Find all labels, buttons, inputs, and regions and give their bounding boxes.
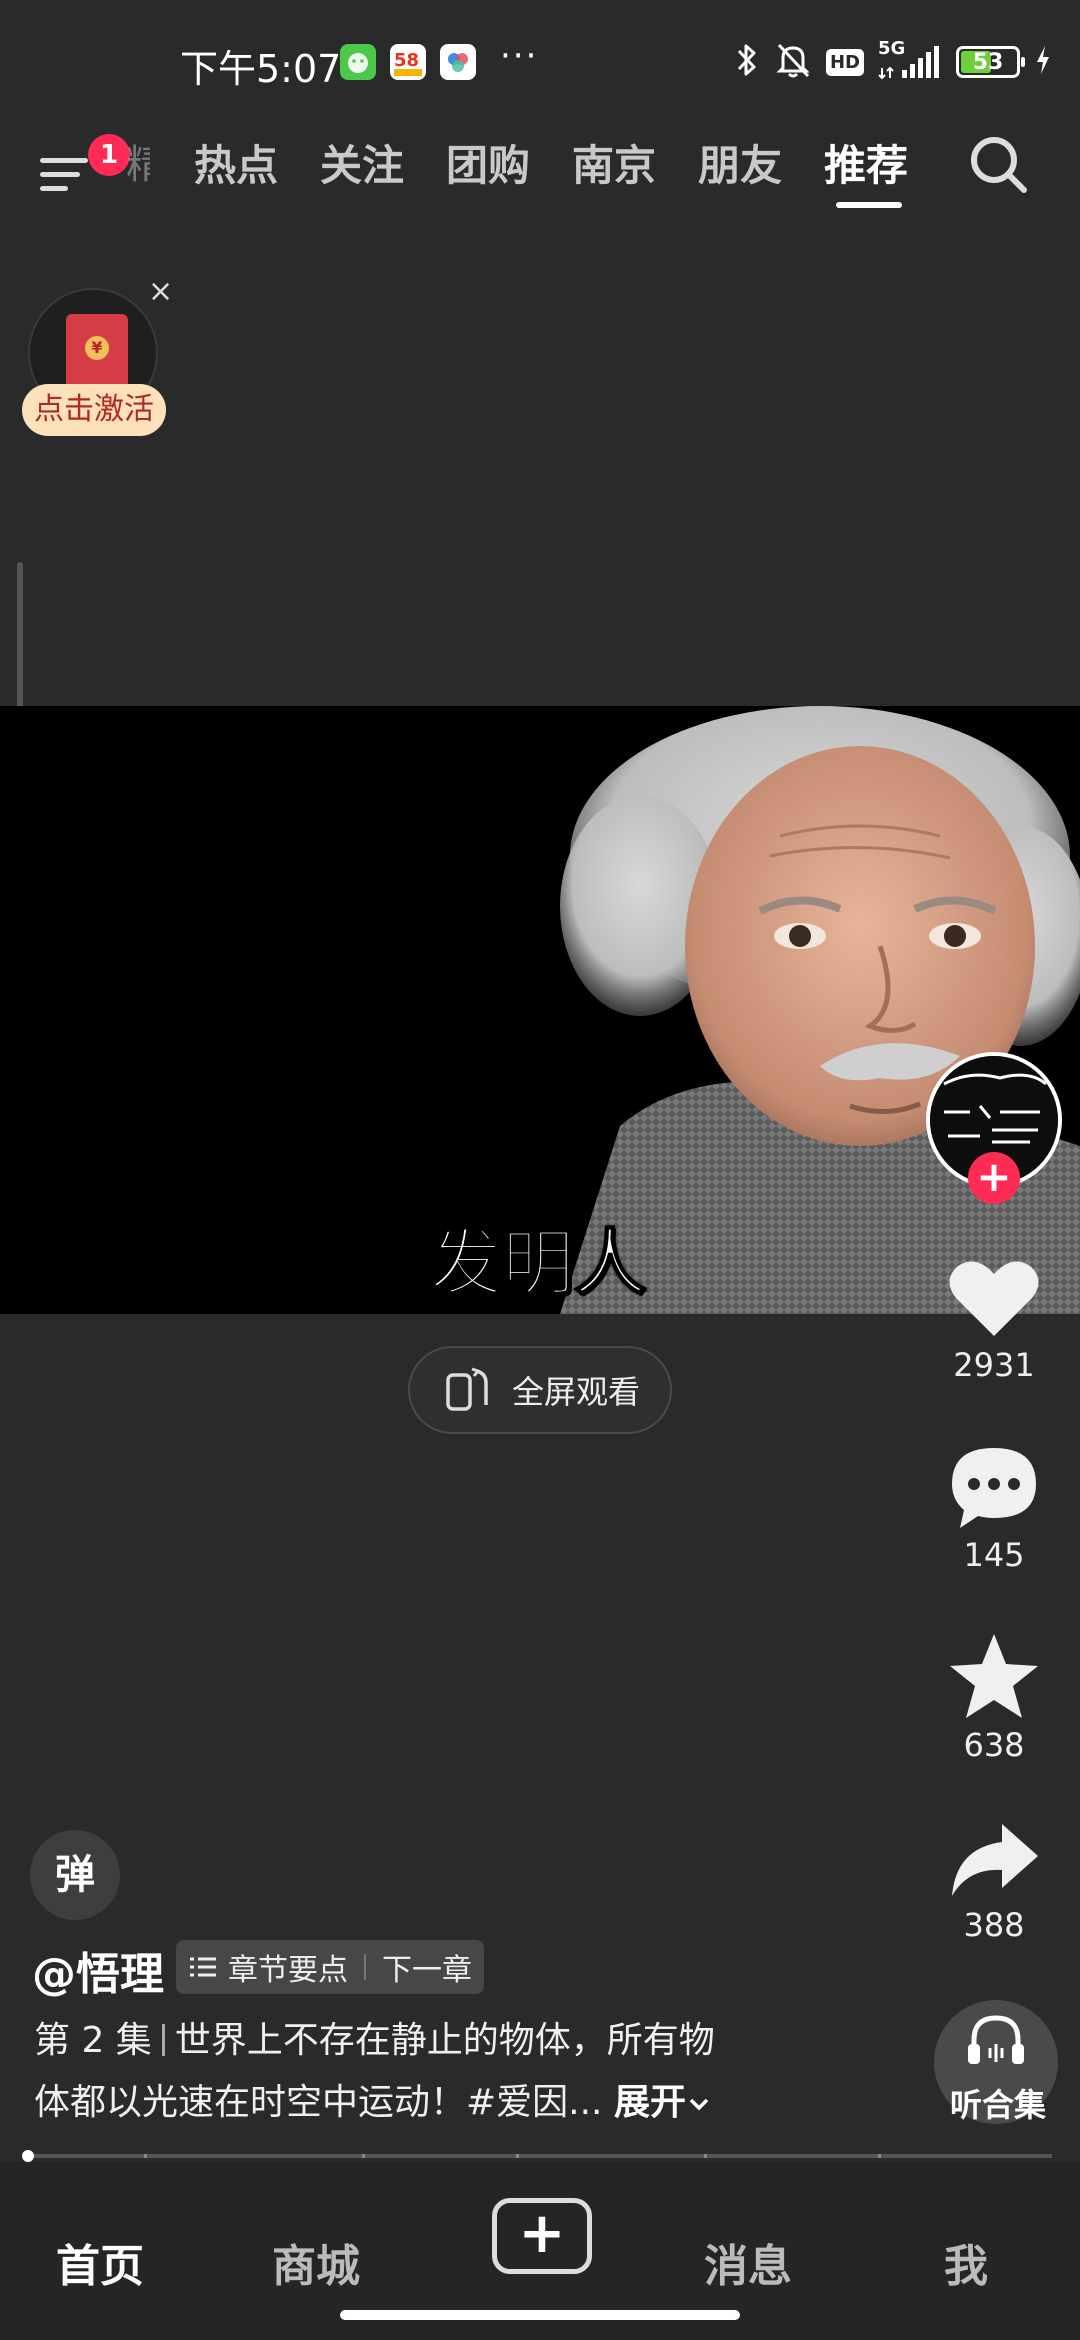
bluetooth-icon	[734, 40, 760, 84]
charging-icon	[1034, 44, 1052, 80]
description-line-1: 第 2 集世界上不存在静止的物体，所有物	[34, 2010, 834, 2072]
red-packet-promo[interactable]: × 点击激活	[22, 274, 173, 450]
description-line-2: 体都以光速在时空中运动！#爱因... 展开	[34, 2072, 834, 2134]
follow-button[interactable]: +	[968, 1152, 1020, 1204]
top-nav: 1 精选 热点 关注 团购 南京 朋友 推荐	[0, 110, 1080, 220]
home-indicator	[340, 2310, 740, 2320]
chapter-marker	[362, 2154, 365, 2158]
description-text-1: 世界上不存在静止的物体，所有物	[174, 2020, 715, 2061]
chevron-down-icon	[689, 2098, 709, 2111]
video-subtitle: 发明人	[429, 1220, 647, 1306]
episode-label: 第 2 集	[34, 2020, 152, 2061]
nav-tab-group-buy[interactable]: 团购	[446, 132, 530, 193]
like-button[interactable]: 2931	[936, 1256, 1052, 1384]
chapter-box: 章节要点 下一章	[176, 1940, 484, 1994]
author-avatar-group[interactable]: +	[926, 1052, 1062, 1204]
wechat-like-icon	[340, 44, 376, 80]
expand-label: 展开	[613, 2082, 686, 2123]
chapter-list-icon	[190, 1957, 216, 1977]
cloud-app-icon	[440, 44, 476, 80]
58-app-icon: 58	[390, 44, 426, 80]
headphones-icon	[968, 2015, 1024, 2064]
comment-count: 145	[963, 1536, 1025, 1574]
active-tab-underline	[836, 202, 902, 208]
video-player[interactable]: 发明人	[0, 706, 1080, 1314]
favorite-button[interactable]: 638	[936, 1632, 1052, 1764]
menu-line	[40, 158, 88, 163]
hd-icon: HD	[825, 48, 864, 76]
menu-button[interactable]: 1	[40, 134, 130, 196]
rotate-screen-icon	[446, 1367, 488, 1411]
fullscreen-button[interactable]: 全屏观看	[408, 1346, 672, 1434]
tab-messages[interactable]: 消息	[704, 2230, 792, 2294]
chapter-points-link[interactable]: 章节要点	[228, 1945, 348, 1989]
status-bar: 下午5:07 58 ··· HD 5G 53	[0, 0, 1080, 120]
description-text-2: 体都以光速在时空中运动！#爱因...	[34, 2082, 603, 2123]
menu-line	[40, 186, 68, 191]
expand-button[interactable]: 展开	[614, 2082, 712, 2123]
chapter-marker	[516, 2154, 519, 2158]
favorite-count: 638	[963, 1726, 1025, 1764]
nav-tab-recommend[interactable]: 推荐	[824, 132, 908, 193]
share-arrow-icon	[952, 1824, 1038, 1896]
comment-button[interactable]: 145	[936, 1444, 1052, 1574]
nav-tab-friends[interactable]: 朋友	[698, 132, 782, 193]
status-more-dots: ···	[500, 36, 539, 76]
promo-close-button[interactable]: ×	[148, 274, 173, 309]
comment-bubble-icon	[952, 1448, 1036, 1528]
status-right-group: HD 5G 53	[734, 38, 1052, 84]
search-icon[interactable]	[964, 130, 1034, 200]
danmu-toggle-button[interactable]: 弹	[30, 1830, 120, 1920]
next-chapter-link[interactable]: 下一章	[382, 1945, 472, 1989]
notification-badge: 1	[88, 134, 130, 176]
svg-text:58: 58	[394, 50, 419, 71]
battery-level: 53	[972, 49, 1004, 75]
listen-collection-label: 听合集	[949, 2086, 1046, 2124]
chapter-marker	[878, 2154, 881, 2158]
menu-line	[40, 172, 80, 177]
author-name[interactable]: @悟理	[32, 1938, 164, 2002]
nav-tab-hot[interactable]: 热点	[194, 132, 278, 193]
chapter-marker	[144, 2154, 147, 2158]
fullscreen-label: 全屏观看	[512, 1373, 641, 1411]
tab-home[interactable]: 首页	[56, 2230, 144, 2294]
chapter-divider	[364, 1954, 366, 1980]
nav-tab-following[interactable]: 关注	[320, 132, 404, 193]
share-button[interactable]: 388	[936, 1820, 1052, 1944]
scroll-indicator	[17, 562, 23, 722]
progress-thumb[interactable]	[22, 2150, 34, 2162]
promo-activate-label[interactable]: 点击激活	[22, 384, 166, 436]
status-time: 下午5:07	[180, 47, 342, 91]
like-count: 2931	[953, 1346, 1035, 1384]
muted-bell-icon	[774, 40, 812, 84]
heart-icon	[949, 1261, 1039, 1336]
battery-icon: 53	[956, 46, 1025, 78]
tab-me[interactable]: 我	[944, 2230, 988, 2294]
nav-tab-partial[interactable]: 精选	[126, 132, 150, 190]
tab-mall[interactable]: 商城	[272, 2230, 360, 2294]
signal-icon: 5G	[878, 38, 942, 82]
create-post-button[interactable]: +	[492, 2198, 592, 2274]
video-progress-bar[interactable]	[28, 2154, 1052, 2158]
episode-divider	[161, 2024, 165, 2056]
post-description[interactable]: 第 2 集世界上不存在静止的物体，所有物 体都以光速在时空中运动！#爱因... …	[34, 2010, 834, 2134]
share-count: 388	[963, 1906, 1025, 1944]
nav-tab-nanjing[interactable]: 南京	[572, 132, 656, 193]
star-icon	[950, 1634, 1038, 1718]
chapter-marker	[704, 2154, 707, 2158]
